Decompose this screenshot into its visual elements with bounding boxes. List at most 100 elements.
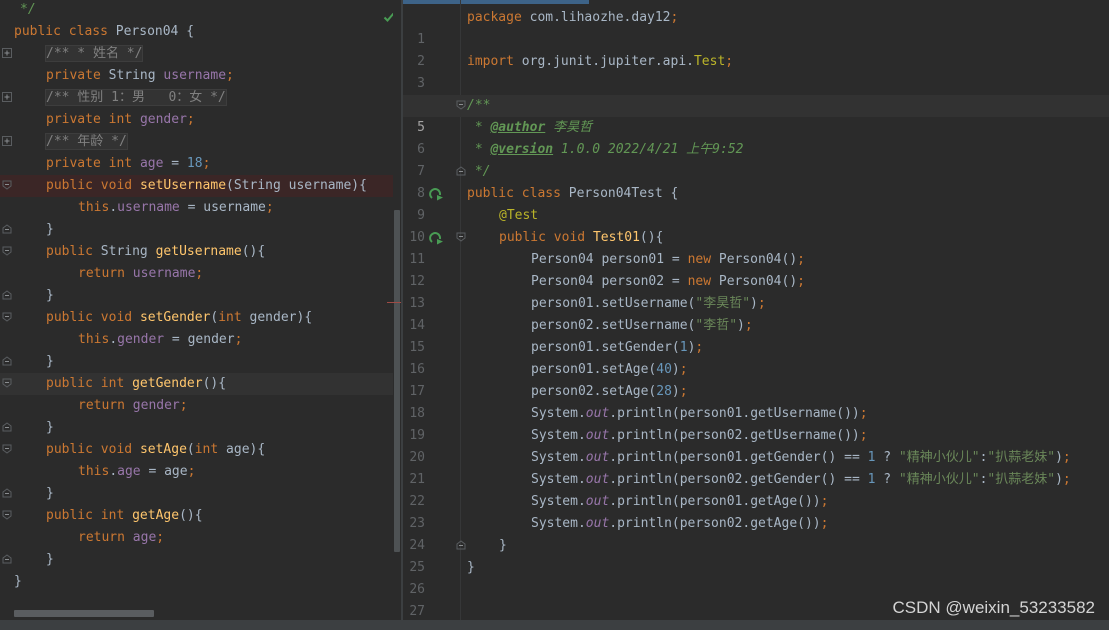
code-line[interactable]: private String username; bbox=[0, 65, 401, 87]
code-line[interactable]: 13 Person04 person02 = new Person04(); bbox=[403, 271, 1109, 311]
static-field: out bbox=[585, 472, 610, 487]
vertical-scrollbar-thumb[interactable] bbox=[394, 210, 400, 552]
static-field: out bbox=[585, 516, 610, 531]
code-line[interactable]: 9 public class Person04Test { bbox=[403, 183, 1109, 223]
field-name: age bbox=[132, 530, 157, 545]
code-line[interactable]: private int age = 18; bbox=[0, 153, 401, 175]
code-line[interactable]: public class Person04 { bbox=[0, 21, 401, 43]
doc-value: 李昊哲 bbox=[545, 120, 593, 135]
code-line[interactable]: return age; bbox=[0, 527, 401, 549]
fold-marker-icon[interactable] bbox=[456, 540, 466, 550]
run-gutter-icon[interactable] bbox=[428, 230, 444, 246]
horizontal-scrollbar-thumb[interactable] bbox=[14, 610, 154, 617]
fold-marker-icon[interactable] bbox=[2, 48, 12, 58]
fold-marker-icon[interactable] bbox=[2, 554, 12, 564]
code-line[interactable]: } bbox=[0, 417, 401, 439]
field-name: gender bbox=[132, 398, 180, 413]
code-line[interactable]: } bbox=[0, 483, 401, 505]
code-line[interactable]: */ bbox=[0, 0, 401, 21]
right-editor-pane[interactable]: 1 package com.lihaozhe.day12; 2 3 import… bbox=[403, 0, 1109, 630]
code-line[interactable]: 26 } bbox=[403, 557, 1109, 597]
keyword: void bbox=[100, 178, 133, 193]
field-name: username bbox=[132, 266, 196, 281]
code-line[interactable]: 3 import org.junit.jupiter.api.Test; bbox=[403, 51, 1109, 91]
code-line[interactable]: /** * 姓名 */ bbox=[0, 43, 401, 65]
code-line[interactable]: } bbox=[0, 285, 401, 307]
code-line[interactable]: 10 @Test bbox=[403, 205, 1109, 245]
code-line[interactable]: private int gender; bbox=[0, 109, 401, 131]
code-line[interactable]: public int getAge(){ bbox=[0, 505, 401, 527]
code-line[interactable]: public String getUsername(){ bbox=[0, 241, 401, 263]
code-line-current[interactable]: public int getGender(){ bbox=[0, 373, 401, 395]
code-line[interactable]: public void setUsername(String username)… bbox=[0, 175, 401, 197]
fold-marker-icon[interactable] bbox=[2, 422, 12, 432]
fold-marker-icon[interactable] bbox=[2, 510, 12, 520]
code-line[interactable]: 21 System.out.println(person01.getGender… bbox=[403, 447, 1109, 487]
code-line[interactable]: 23 System.out.println(person01.getAge())… bbox=[403, 491, 1109, 531]
method-call: println bbox=[617, 450, 672, 465]
fold-marker-icon[interactable] bbox=[2, 356, 12, 366]
code-line[interactable]: 6 * @author 李昊哲 bbox=[403, 117, 1109, 157]
keyword: private bbox=[46, 68, 101, 83]
code-line[interactable]: 18 person02.setAge(28); bbox=[403, 381, 1109, 421]
code-line[interactable]: } bbox=[0, 351, 401, 373]
fold-marker-icon[interactable] bbox=[2, 180, 12, 190]
code-line-current[interactable]: 5 /** bbox=[403, 95, 1109, 135]
method-name: getAge bbox=[132, 508, 180, 523]
fold-marker-icon[interactable] bbox=[2, 290, 12, 300]
code-line[interactable]: public void setGender(int gender){ bbox=[0, 307, 401, 329]
error-stripe-marker[interactable] bbox=[387, 302, 401, 303]
class-ref: System bbox=[531, 516, 578, 531]
code-line[interactable]: return username; bbox=[0, 263, 401, 285]
number-literal: 40 bbox=[656, 362, 672, 377]
method-call: getGender bbox=[750, 450, 821, 465]
fold-marker-icon[interactable] bbox=[2, 488, 12, 498]
code-line[interactable]: } bbox=[0, 219, 401, 241]
code-line[interactable]: return gender; bbox=[0, 395, 401, 417]
code-line[interactable]: 2 bbox=[403, 29, 1109, 69]
left-editor-pane[interactable]: */ public class Person04 { /** * 姓名 */ p… bbox=[0, 0, 401, 630]
code-line[interactable]: this.gender = gender; bbox=[0, 329, 401, 351]
code-line[interactable]: 8 */ bbox=[403, 161, 1109, 201]
code-line[interactable]: 20 System.out.println(person02.getUserna… bbox=[403, 425, 1109, 465]
code-line[interactable]: 7 * @version 1.0.0 2022/4/21 上午9:52 bbox=[403, 139, 1109, 179]
doc-value: 1.0.0 2022/4/21 上午9:52 bbox=[553, 142, 744, 157]
code-line[interactable]: 17 person01.setAge(40); bbox=[403, 359, 1109, 399]
run-gutter-icon[interactable] bbox=[428, 186, 444, 202]
fold-marker-icon[interactable] bbox=[2, 136, 12, 146]
code-line[interactable]: 15 person02.setUsername("李哲"); bbox=[403, 315, 1109, 355]
fold-marker-icon[interactable] bbox=[456, 166, 466, 176]
method-call: getAge bbox=[750, 494, 798, 509]
fold-marker-icon[interactable] bbox=[2, 378, 12, 388]
code-line[interactable]: this.age = age; bbox=[0, 461, 401, 483]
fold-marker-icon[interactable] bbox=[456, 100, 466, 110]
code-line[interactable]: 25 } bbox=[403, 535, 1109, 575]
class-ref: System bbox=[531, 428, 578, 443]
code-line[interactable]: public void setAge(int age){ bbox=[0, 439, 401, 461]
code-line[interactable]: 12 Person04 person01 = new Person04(); bbox=[403, 249, 1109, 289]
code-line[interactable]: 16 person01.setGender(1); bbox=[403, 337, 1109, 377]
code-line[interactable]: 22 System.out.println(person02.getGender… bbox=[403, 469, 1109, 509]
fold-marker-icon[interactable] bbox=[2, 224, 12, 234]
param-name: gender bbox=[249, 310, 297, 325]
doc-tag: @version bbox=[490, 142, 554, 157]
code-line[interactable]: /** 性别 1：男 0：女 */ bbox=[0, 87, 401, 109]
code-line[interactable]: 14 person01.setUsername("李昊哲"); bbox=[403, 293, 1109, 333]
code-line[interactable]: this.username = username; bbox=[0, 197, 401, 219]
code-line[interactable]: 1 package com.lihaozhe.day12; bbox=[403, 7, 1109, 47]
code-line[interactable]: 19 System.out.println(person01.getUserna… bbox=[403, 403, 1109, 443]
variable: person01 bbox=[679, 450, 743, 465]
fold-marker-icon[interactable] bbox=[2, 246, 12, 256]
code-line[interactable]: 4 bbox=[403, 73, 1109, 113]
fold-marker-icon[interactable] bbox=[2, 444, 12, 454]
code-line[interactable]: } bbox=[0, 549, 401, 571]
code-line[interactable]: /** 年龄 */ bbox=[0, 131, 401, 153]
string-literal: "扒蒜老妹" bbox=[987, 450, 1056, 465]
code-line[interactable]: 24 System.out.println(person02.getAge())… bbox=[403, 513, 1109, 553]
number-literal: 18 bbox=[186, 156, 203, 171]
fold-marker-icon[interactable] bbox=[2, 92, 12, 102]
fold-marker-icon[interactable] bbox=[2, 312, 12, 322]
fold-marker-icon[interactable] bbox=[456, 232, 466, 242]
code-line[interactable]: } bbox=[0, 571, 401, 593]
code-line[interactable]: 11 public void Test01(){ bbox=[403, 227, 1109, 267]
